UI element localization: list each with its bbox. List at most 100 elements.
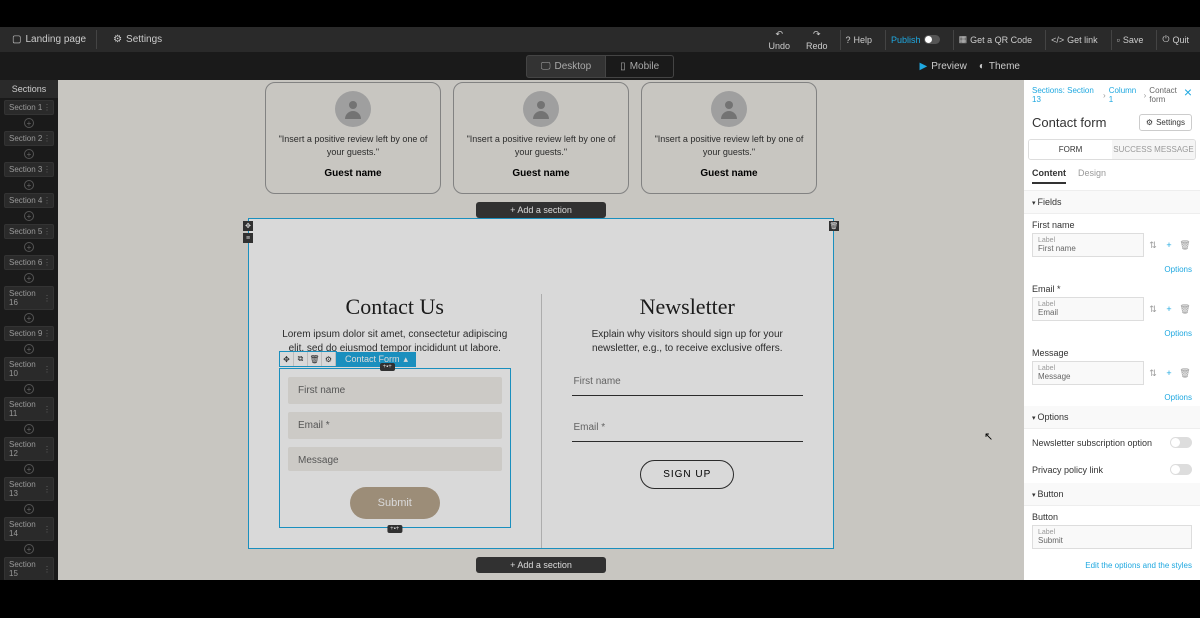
section-item[interactable]: Section 14⋮ [4, 517, 54, 541]
section-item[interactable]: Section 16⋮ [4, 286, 54, 310]
section-item[interactable]: Section 13⋮ [4, 477, 54, 501]
add-section-icon[interactable]: + [24, 344, 34, 354]
drag-handle-icon[interactable]: ≡ [243, 233, 253, 243]
publish-toggle[interactable] [924, 35, 940, 44]
field-label-input[interactable]: LabelFirst name [1032, 233, 1144, 257]
nl-email-input[interactable] [572, 414, 804, 442]
section-item[interactable]: Section 2⋮ [4, 131, 54, 146]
contact-form-element[interactable]: ✥ ⧉ 🗑 ⚙ Contact Form▴ +▪+ First name Ema… [279, 368, 511, 528]
nl-first-name-input[interactable] [572, 368, 804, 396]
section-item[interactable]: Section 6⋮ [4, 255, 54, 270]
add-section-icon[interactable]: + [24, 273, 34, 283]
options-section-head[interactable]: Options [1024, 406, 1200, 429]
drag-icon[interactable]: ⇅ [1146, 238, 1160, 252]
section-item[interactable]: Section 1⋮ [4, 100, 54, 115]
mobile-tab[interactable]: ▯Mobile [606, 55, 674, 78]
add-field-icon[interactable]: + [1162, 302, 1176, 316]
add-section-icon[interactable]: + [24, 180, 34, 190]
quit-button[interactable]: ⏻Quit [1156, 30, 1194, 50]
section-item[interactable]: Section 11⋮ [4, 397, 54, 421]
delete-field-icon[interactable]: 🗑 [1178, 238, 1192, 252]
review-card[interactable]: "Insert a positive review left by one of… [265, 82, 441, 194]
close-icon[interactable]: × [1184, 84, 1192, 100]
field-name: First name [1032, 220, 1192, 230]
move-handle-icon[interactable]: ✥ [243, 221, 253, 231]
form-tab[interactable]: FORM [1029, 140, 1112, 159]
selection-label[interactable]: Contact Form▴ [337, 352, 416, 367]
opt-newsletter-toggle[interactable] [1170, 437, 1192, 448]
section-item[interactable]: Section 3⋮ [4, 162, 54, 177]
section-item[interactable]: Section 15⋮ [4, 557, 54, 581]
element-settings-button[interactable]: ⚙Settings [1139, 114, 1192, 131]
add-section-icon[interactable]: + [24, 242, 34, 252]
section-item[interactable]: Section 5⋮ [4, 224, 54, 239]
field-options-link[interactable]: Options [1024, 391, 1200, 406]
field-options-link[interactable]: Options [1024, 327, 1200, 342]
email-input[interactable]: Email * [288, 412, 502, 439]
add-field-icon[interactable]: + [1162, 366, 1176, 380]
add-section-icon[interactable]: + [24, 149, 34, 159]
drag-icon[interactable]: ⇅ [1146, 302, 1160, 316]
button-label-input[interactable]: Label Submit [1032, 525, 1192, 549]
section-item[interactable]: Section 10⋮ [4, 357, 54, 381]
first-name-input[interactable]: First name [288, 377, 502, 404]
crumb-column[interactable]: Column 1 [1109, 86, 1141, 104]
add-section-icon[interactable]: + [24, 504, 34, 514]
subtab-content[interactable]: Content [1032, 168, 1066, 184]
button-section-head[interactable]: Button [1024, 483, 1200, 506]
preview-button[interactable]: ▶Preview [920, 61, 967, 72]
redo-button[interactable]: ↷Redo [802, 29, 832, 51]
copy-icon[interactable]: ⧉ [294, 352, 308, 366]
add-section-icon[interactable]: + [24, 384, 34, 394]
subtab-design[interactable]: Design [1078, 168, 1106, 184]
selected-section[interactable]: ✥ ≡ 🗑 Contact Us Lorem ipsum dolor sit a… [248, 218, 834, 549]
fields-section-head[interactable]: Fields [1024, 191, 1200, 214]
trash-icon[interactable]: 🗑 [308, 352, 322, 366]
add-section-button[interactable]: + Add a section [476, 557, 606, 573]
field-options-link[interactable]: Options [1024, 263, 1200, 278]
add-field-icon[interactable]: + [1162, 238, 1176, 252]
add-section-icon[interactable]: + [24, 424, 34, 434]
settings-button[interactable]: ⚙ Settings [107, 30, 168, 49]
drag-icon[interactable]: ⇅ [1146, 366, 1160, 380]
add-above-handle[interactable]: +▪+ [380, 363, 395, 371]
delete-field-icon[interactable]: 🗑 [1178, 366, 1192, 380]
landing-page-label: Landing page [25, 34, 86, 45]
edit-styles-link[interactable]: Edit the options and the styles [1024, 555, 1200, 576]
add-section-icon[interactable]: + [24, 544, 34, 554]
field-label-input[interactable]: LabelMessage [1032, 361, 1144, 385]
add-section-icon[interactable]: + [24, 313, 34, 323]
section-item[interactable]: Section 9⋮ [4, 326, 54, 341]
delete-field-icon[interactable]: 🗑 [1178, 302, 1192, 316]
getlink-button[interactable]: </>Get link [1045, 30, 1103, 50]
contact-title: Contact Us [279, 294, 511, 320]
publish-button[interactable]: Publish [885, 30, 945, 50]
properties-panel: Sections: Section 13› Column 1› Contact … [1024, 80, 1200, 580]
save-button[interactable]: ▫Save [1111, 30, 1149, 50]
landing-page-button[interactable]: ▢ Landing page [6, 30, 97, 49]
delete-section-icon[interactable]: 🗑 [829, 221, 839, 231]
success-tab[interactable]: SUCCESS MESSAGE [1112, 140, 1195, 159]
gear-icon[interactable]: ⚙ [322, 352, 336, 366]
add-section-icon[interactable]: + [24, 464, 34, 474]
field-label-input[interactable]: LabelEmail [1032, 297, 1144, 321]
section-item[interactable]: Section 4⋮ [4, 193, 54, 208]
desktop-tab[interactable]: 🖵Desktop [526, 55, 606, 78]
opt-privacy-toggle[interactable] [1170, 464, 1192, 475]
add-section-button[interactable]: + Add a section [476, 202, 606, 218]
message-input[interactable]: Message [288, 447, 502, 471]
review-card[interactable]: "Insert a positive review left by one of… [641, 82, 817, 194]
add-below-handle[interactable]: +▪+ [387, 525, 402, 533]
section-item[interactable]: Section 12⋮ [4, 437, 54, 461]
qr-button[interactable]: ▦Get a QR Code [953, 30, 1038, 50]
theme-button[interactable]: ◐Theme [979, 61, 1020, 72]
move-icon[interactable]: ✥ [280, 352, 294, 366]
help-button[interactable]: ?Help [840, 30, 878, 50]
add-section-icon[interactable]: + [24, 118, 34, 128]
review-card[interactable]: "Insert a positive review left by one of… [453, 82, 629, 194]
signup-button[interactable]: SIGN UP [640, 460, 734, 489]
undo-button[interactable]: ↶Undo [764, 29, 794, 51]
add-section-icon[interactable]: + [24, 211, 34, 221]
crumb-section[interactable]: Sections: Section 13 [1032, 86, 1100, 104]
submit-button[interactable]: Submit [350, 487, 440, 519]
